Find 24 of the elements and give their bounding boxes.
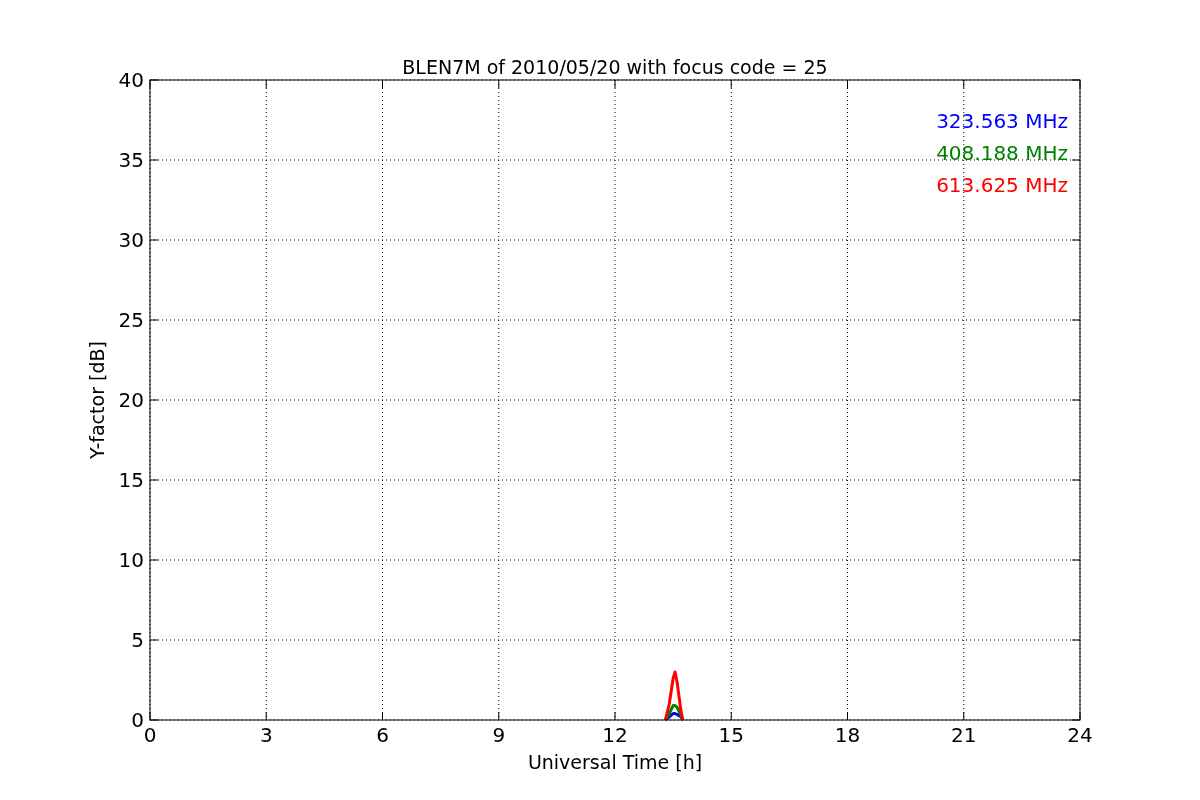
tick-label: 12 [602,723,628,747]
axis-label: Universal Time [h] [527,751,703,773]
legend-label: 408.188 MHz [936,141,1068,165]
tick-label: 3 [259,723,273,747]
tick-label: 35 [118,148,144,172]
tick-label: 18 [834,723,861,747]
tick-label: 21 [951,723,977,747]
legend-label: 613.625 MHz [936,173,1068,197]
tick-label: 25 [118,308,144,332]
tick-label: 15 [718,723,744,747]
tick-label: 9 [492,723,506,747]
tick-label: 0 [131,708,144,732]
tick-label: 24 [1067,723,1093,747]
chart-title: BLEN7M of 2010/05/20 with focus code = 25 [402,56,828,78]
tick-label: 20 [118,388,144,412]
tick-label: 10 [118,548,144,572]
tick-label: 30 [118,228,144,252]
tick-label: 40 [118,68,144,92]
axis-label: Y-factor [dB] [86,341,108,459]
legend-label: 323.563 MHz [936,109,1068,133]
tick-label: 15 [118,468,144,492]
tick-label: 5 [131,628,144,652]
tick-label: 0 [143,723,157,747]
tick-label: 6 [376,723,389,747]
